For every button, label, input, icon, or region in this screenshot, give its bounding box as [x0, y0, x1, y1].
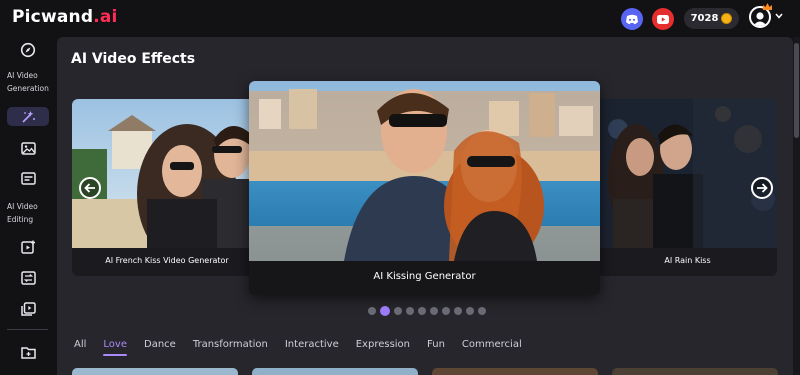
- tab-love[interactable]: Love: [103, 339, 127, 356]
- sidebar-section-ai-video-generation: AI Video Generation: [7, 71, 49, 93]
- grid-item-thumbnail[interactable]: [612, 368, 778, 375]
- effect-card-label: AI Rain Kiss: [664, 256, 711, 265]
- carousel-dot[interactable]: [406, 307, 414, 315]
- carousel-dot[interactable]: [442, 307, 450, 315]
- carousel-dot[interactable]: [368, 307, 376, 315]
- category-tabs: All Love Dance Transformation Interactiv…: [74, 339, 539, 356]
- grid-item-thumbnail[interactable]: [72, 368, 238, 375]
- main-panel: AI Video Effects AI French Kiss Video Ge…: [57, 37, 793, 375]
- swap-video-icon[interactable]: [18, 268, 38, 288]
- carousel-prev-button[interactable]: [79, 177, 101, 199]
- chevron-down-icon[interactable]: [775, 13, 783, 19]
- effect-card-label: AI Kissing Generator: [373, 271, 476, 282]
- tab-interactive[interactable]: Interactive: [285, 339, 339, 354]
- sidebar: AI Video Generation AI Video Editing: [0, 37, 57, 375]
- grid-item-thumbnail[interactable]: [432, 368, 598, 375]
- effect-thumbnail: [249, 81, 600, 264]
- compass-icon[interactable]: [18, 40, 38, 60]
- carousel-dot[interactable]: [454, 307, 462, 315]
- image-icon[interactable]: [18, 138, 38, 158]
- credits-count: 7028: [690, 13, 719, 24]
- carousel-dot[interactable]: [394, 307, 402, 315]
- carousel-dot[interactable]: [430, 307, 438, 315]
- sidebar-section-ai-video-editing: AI Video Editing: [7, 202, 38, 224]
- brand-suffix: .ai: [93, 7, 118, 27]
- effect-grid-preview: [72, 368, 792, 375]
- effect-thumbnail: [598, 99, 777, 248]
- crown-icon: [763, 3, 772, 10]
- brand-name: Picwand: [12, 7, 94, 27]
- carousel-dot[interactable]: [418, 307, 426, 315]
- credits-badge[interactable]: 7028: [684, 8, 739, 29]
- top-bar: Picwand.ai 7028: [0, 0, 800, 37]
- brand-logo[interactable]: Picwand.ai: [12, 7, 118, 27]
- caption-icon[interactable]: [18, 168, 38, 188]
- tab-fun[interactable]: Fun: [427, 339, 445, 354]
- effect-card-kissing-generator[interactable]: AI Kissing Generator: [249, 81, 600, 295]
- carousel-dot[interactable]: [466, 307, 474, 315]
- page-scrollbar[interactable]: [793, 37, 800, 375]
- tab-expression[interactable]: Expression: [356, 339, 410, 354]
- copy-video-icon[interactable]: [18, 299, 38, 319]
- tab-commercial[interactable]: Commercial: [462, 339, 522, 354]
- coin-icon: [721, 13, 733, 24]
- grid-item-thumbnail[interactable]: [252, 368, 418, 375]
- tab-dance[interactable]: Dance: [144, 339, 176, 354]
- carousel-dot-active[interactable]: [380, 306, 390, 316]
- edit-video-icon[interactable]: [18, 237, 38, 257]
- carousel-dot[interactable]: [478, 307, 486, 315]
- discord-icon[interactable]: [621, 8, 643, 30]
- tab-all[interactable]: All: [74, 339, 86, 354]
- tab-transformation[interactable]: Transformation: [193, 339, 268, 354]
- youtube-icon[interactable]: [652, 8, 674, 30]
- folder-icon[interactable]: [18, 342, 38, 362]
- effect-card-label: AI French Kiss Video Generator: [105, 256, 229, 265]
- carousel-next-button[interactable]: [751, 177, 773, 199]
- page-title: AI Video Effects: [71, 51, 196, 67]
- carousel-pagination: [368, 306, 486, 316]
- scrollbar-thumb[interactable]: [794, 43, 799, 138]
- sidebar-divider: [7, 329, 48, 330]
- magic-wand-icon[interactable]: [18, 107, 38, 127]
- effect-thumbnail: [72, 99, 262, 264]
